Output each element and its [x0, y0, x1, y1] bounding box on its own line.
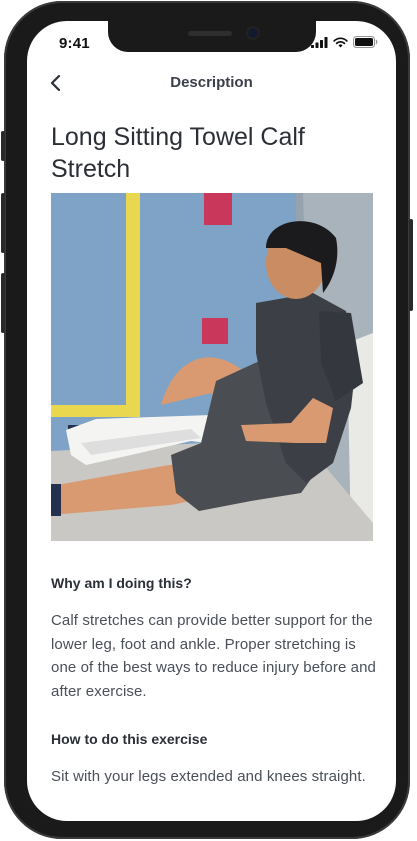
page-title: Description	[170, 74, 253, 91]
phone-frame: 9:41 Description Long Sitting Towel Calf…	[1, 1, 413, 839]
how-heading: How to do this exercise	[51, 731, 208, 747]
notch	[108, 21, 316, 52]
side-button	[1, 273, 5, 333]
battery-icon	[353, 36, 378, 48]
side-button	[1, 193, 5, 253]
why-heading: Why am I doing this?	[51, 575, 192, 591]
camera	[248, 28, 258, 38]
why-text: Calf stretches can provide better suppor…	[51, 612, 376, 700]
status-icons	[311, 36, 378, 48]
exercise-title: Long Sitting Towel Calf Stretch	[51, 123, 305, 183]
side-button	[409, 219, 413, 311]
exercise-content: Long Sitting Towel Calf Stretch Why am I…	[51, 121, 381, 789]
side-button	[1, 131, 5, 161]
wifi-icon	[333, 36, 348, 47]
signal-icon	[311, 36, 328, 48]
exercise-photo	[51, 193, 373, 541]
nav-bar: Description	[27, 65, 396, 101]
how-text: Sit with your legs extended and knees st…	[51, 768, 366, 785]
screen: 9:41 Description Long Sitting Towel Calf…	[27, 21, 396, 821]
speaker	[188, 31, 232, 36]
status-time: 9:41	[59, 35, 90, 52]
